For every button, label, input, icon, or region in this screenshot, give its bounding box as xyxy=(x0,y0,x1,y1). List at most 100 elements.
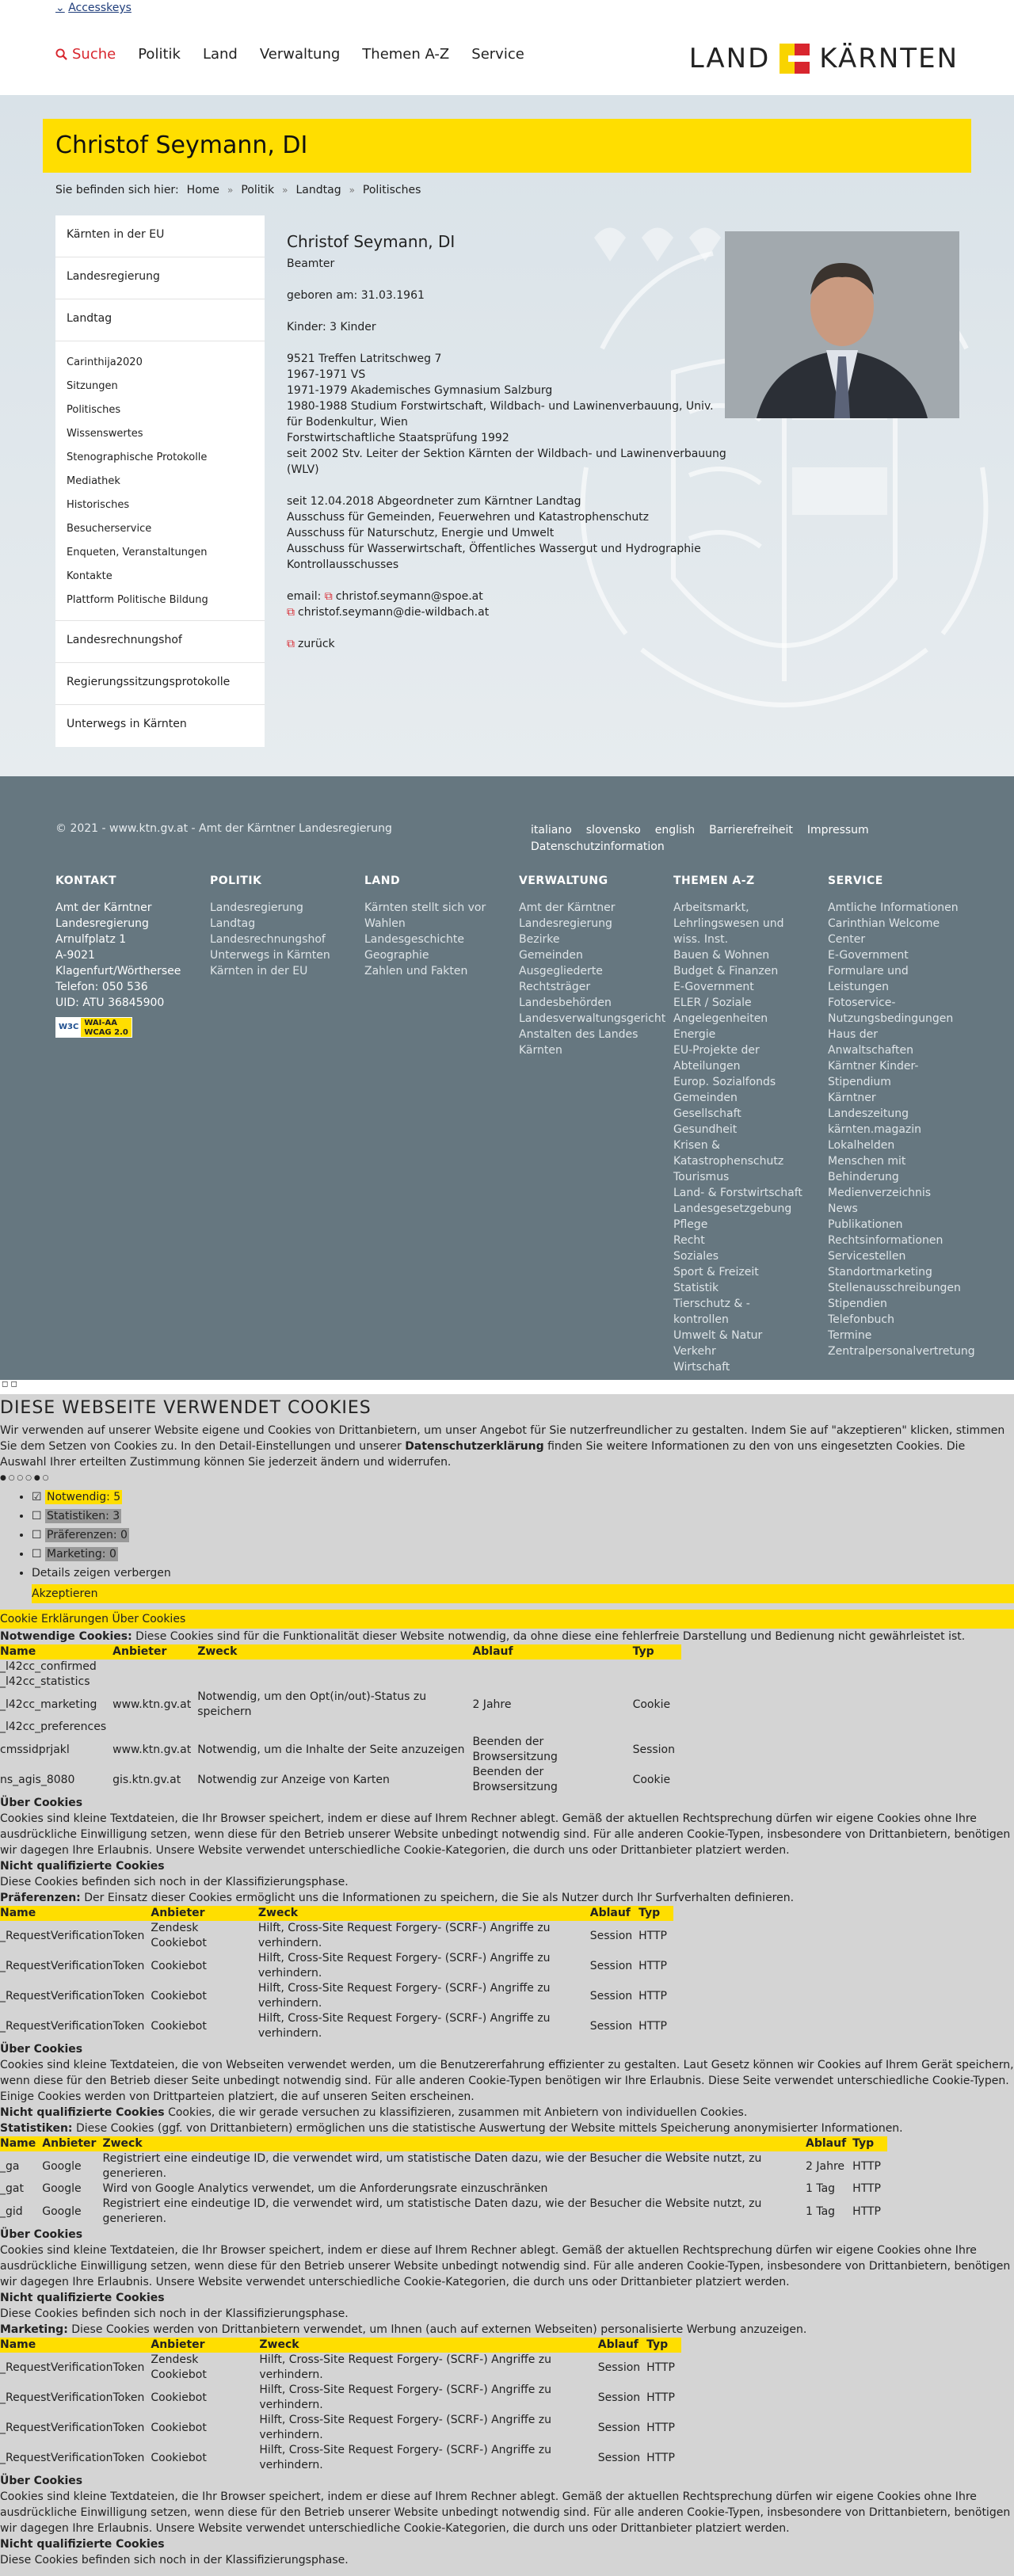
footer-link[interactable]: Statistik xyxy=(673,1280,820,1296)
footer-link[interactable]: News xyxy=(828,1201,974,1217)
cookie-tabs[interactable]: Cookie Erklärungen Über Cookies xyxy=(0,1610,1014,1629)
footer-link[interactable]: Center xyxy=(828,932,974,947)
footer-link[interactable]: Nutzungsbedingungen xyxy=(828,1011,974,1027)
footer-link[interactable]: kontrollen xyxy=(673,1312,820,1328)
footer-link[interactable]: EU-Projekte der xyxy=(673,1042,820,1058)
sidebar-item-landtag[interactable]: Landtag xyxy=(55,299,265,341)
footer-link[interactable]: Katastrophenschutz xyxy=(673,1153,820,1169)
footer-link[interactable]: Zahlen und Fakten xyxy=(364,963,511,979)
footer-link[interactable]: Recht xyxy=(673,1233,820,1248)
cookie-option-notwendig[interactable]: ☑ Notwendig: 5 xyxy=(32,1489,1014,1505)
breadcrumb-politisches[interactable]: Politisches xyxy=(363,184,421,196)
footer-link[interactable]: Kärnten stellt sich vor xyxy=(364,900,511,916)
sidebar-subitem[interactable]: Historisches xyxy=(55,493,265,517)
footer-link[interactable]: Landesregierung xyxy=(519,916,665,932)
footer-link[interactable]: Lokalhelden xyxy=(828,1137,974,1153)
footer-link-impressum[interactable]: Impressum xyxy=(807,822,869,839)
back-link[interactable]: zurück xyxy=(298,638,335,650)
footer-link[interactable]: Telefonbuch xyxy=(828,1312,974,1328)
email-link-1[interactable]: christof.seymann@spoe.at xyxy=(336,590,483,603)
footer-link[interactable]: Arbeitsmarkt, xyxy=(673,900,820,916)
breadcrumb-landtag[interactable]: Landtag xyxy=(295,184,341,196)
cookie-option-praeferenzen[interactable]: ☐ Präferenzen: 0 xyxy=(32,1527,1014,1543)
nav-service[interactable]: Service xyxy=(471,46,524,63)
footer-link[interactable]: Medienverzeichnis xyxy=(828,1185,974,1201)
email-link-2[interactable]: christof.seymann@die-wildbach.at xyxy=(298,606,489,619)
footer-link[interactable]: Standortmarketing xyxy=(828,1264,974,1280)
breadcrumb-politik[interactable]: Politik xyxy=(241,184,274,196)
footer-link-slovensko[interactable]: slovensko xyxy=(586,822,641,839)
footer-link-italiano[interactable]: italiano xyxy=(531,822,572,839)
privacy-link[interactable]: Datenschutzerklärung xyxy=(405,1440,543,1453)
footer-link[interactable]: Formulare und xyxy=(828,963,974,979)
footer-link[interactable]: Europ. Sozialfonds xyxy=(673,1074,820,1090)
footer-link[interactable]: Leistungen xyxy=(828,979,974,995)
sidebar-subitem[interactable]: Mediathek xyxy=(55,470,265,493)
accesskeys-link[interactable]: Accesskeys xyxy=(68,2,132,14)
footer-link-barrierefreiheit[interactable]: Barrierefreiheit xyxy=(709,822,793,839)
footer-link[interactable]: Landesverwaltungsgericht xyxy=(519,1011,665,1027)
footer-link[interactable]: Gesundheit xyxy=(673,1122,820,1137)
accept-button[interactable]: Akzeptieren xyxy=(32,1584,1014,1603)
cookie-toggles[interactable]: ◻ ◻ xyxy=(0,1380,1014,1394)
footer-link[interactable]: Verkehr xyxy=(673,1343,820,1359)
footer-link[interactable]: Amtliche Informationen xyxy=(828,900,974,916)
footer-link[interactable]: Gesellschaft xyxy=(673,1106,820,1122)
footer-link[interactable]: Krisen & xyxy=(673,1137,820,1153)
footer-link[interactable]: Rechtsinformationen xyxy=(828,1233,974,1248)
footer-link[interactable]: Zentralpersonalvertretung xyxy=(828,1343,975,1359)
footer-link[interactable]: Haus der xyxy=(828,1027,974,1042)
footer-link[interactable]: ELER / Soziale xyxy=(673,995,820,1011)
wai-badge[interactable]: W3C WAI-AA WCAG 2.0 xyxy=(55,1017,132,1038)
sidebar-item-protokolle[interactable]: Regierungssitzungsprotokolle xyxy=(55,663,265,705)
footer-link[interactable]: Tierschutz & - xyxy=(673,1296,820,1312)
nav-themen[interactable]: Themen A-Z xyxy=(362,46,449,63)
footer-link[interactable]: Wahlen xyxy=(364,916,511,932)
sidebar-subitem[interactable]: Enqueten, Veranstaltungen xyxy=(55,541,265,565)
footer-link[interactable]: Fotoservice- xyxy=(828,995,974,1011)
footer-link[interactable]: Abteilungen xyxy=(673,1058,820,1074)
details-toggle[interactable]: Details zeigen verbergen xyxy=(32,1565,1014,1581)
footer-link[interactable]: Landesbehörden xyxy=(519,995,665,1011)
footer-link[interactable]: Carinthian Welcome xyxy=(828,916,974,932)
footer-link[interactable]: Pflege xyxy=(673,1217,820,1233)
footer-link[interactable]: E-Government xyxy=(673,979,820,995)
footer-link[interactable]: Energie xyxy=(673,1027,820,1042)
footer-link[interactable]: Behinderung xyxy=(828,1169,974,1185)
footer-link[interactable]: Unterwegs in Kärnten xyxy=(210,947,356,963)
footer-link[interactable]: kärnten.magazin xyxy=(828,1122,974,1137)
sidebar-subitem[interactable]: Stenographische Protokolle xyxy=(55,446,265,470)
sidebar-subitem[interactable]: Politisches xyxy=(55,398,265,422)
footer-link[interactable]: Kärnten in der EU xyxy=(210,963,356,979)
accesskeys[interactable]: ⌄ Accesskeys xyxy=(0,0,1014,17)
footer-link[interactable]: Lehrlingswesen und xyxy=(673,916,820,932)
footer-link[interactable]: Gemeinden xyxy=(673,1090,820,1106)
search-button[interactable]: Suche xyxy=(55,46,116,63)
footer-link[interactable]: Budget & Finanzen xyxy=(673,963,820,979)
footer-link[interactable]: Landesgeschichte xyxy=(364,932,511,947)
footer-link[interactable]: Stipendien xyxy=(828,1296,974,1312)
sidebar-subitem[interactable]: Kontakte xyxy=(55,565,265,589)
footer-link[interactable]: Rechtsträger xyxy=(519,979,665,995)
nav-politik[interactable]: Politik xyxy=(138,46,181,63)
sidebar-item-landesrechnungshof[interactable]: Landesrechnungshof xyxy=(55,621,265,663)
footer-link[interactable]: Landeszeitung xyxy=(828,1106,974,1122)
footer-link[interactable]: Ausgegliederte xyxy=(519,963,665,979)
nav-land[interactable]: Land xyxy=(203,46,238,63)
cookie-option-statistiken[interactable]: ☐ Statistiken: 3 xyxy=(32,1508,1014,1524)
footer-link[interactable]: Kärntner Kinder- xyxy=(828,1058,974,1074)
footer-link[interactable]: Land- & Forstwirtschaft xyxy=(673,1185,820,1201)
footer-link[interactable]: Menschen mit xyxy=(828,1153,974,1169)
footer-link[interactable]: Landesgesetzgebung xyxy=(673,1201,820,1217)
footer-link[interactable]: Anwaltschaften xyxy=(828,1042,974,1058)
footer-link[interactable]: Umwelt & Natur xyxy=(673,1328,820,1343)
footer-link[interactable]: Tourismus xyxy=(673,1169,820,1185)
footer-link[interactable]: Bezirke xyxy=(519,932,665,947)
footer-link[interactable]: wiss. Inst. xyxy=(673,932,820,947)
footer-link[interactable]: Publikationen xyxy=(828,1217,974,1233)
footer-link[interactable]: Sport & Freizeit xyxy=(673,1264,820,1280)
footer-link[interactable]: Landesrechnungshof xyxy=(210,932,356,947)
footer-link[interactable]: Soziales xyxy=(673,1248,820,1264)
sidebar-subitem[interactable]: Carinthija2020 xyxy=(55,351,265,375)
footer-link[interactable]: E-Government xyxy=(828,947,974,963)
